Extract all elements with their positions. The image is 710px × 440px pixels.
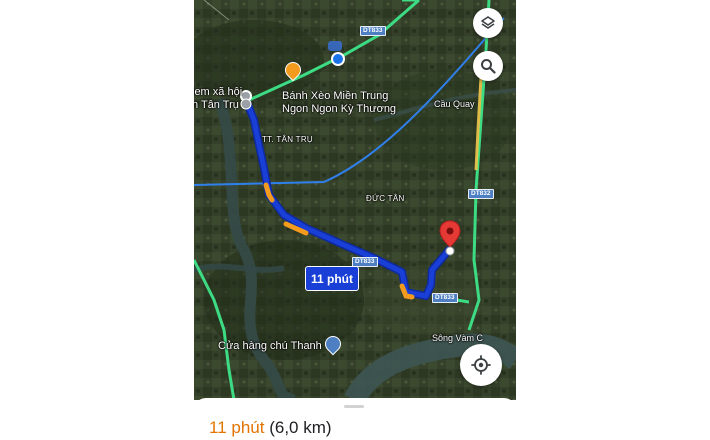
- store-label[interactable]: Cửa hàng chú Thanh: [218, 340, 322, 352]
- red-map-pin-icon[interactable]: [439, 220, 461, 256]
- bridge-label: Cầu Quay: [434, 99, 475, 109]
- my-location-icon: [471, 355, 491, 375]
- route-summary: 11 phút (6,0 km): [209, 418, 332, 438]
- restaurant-label-2[interactable]: Ngon Ngon Kỳ Thương: [282, 103, 396, 115]
- current-location-marker: [331, 52, 345, 66]
- poi-label-left-2: n Tân Trụ: [194, 99, 239, 111]
- map-view[interactable]: iem xã hội n Tân Trụ Bánh Xèo Miền Trung…: [194, 0, 516, 400]
- commune-label: ĐỨC TÂN: [366, 194, 405, 203]
- origin-icon: [328, 41, 342, 51]
- route-summary-sheet[interactable]: 11 phút (6,0 km): [194, 398, 516, 440]
- river-label: Sông Vàm C: [432, 333, 484, 343]
- drag-handle[interactable]: [344, 405, 364, 408]
- recenter-button[interactable]: [460, 344, 502, 386]
- travel-time: 11 phút: [209, 418, 265, 437]
- layers-icon: [481, 16, 495, 29]
- search-icon: [481, 59, 496, 74]
- travel-distance: (6,0 km): [269, 418, 332, 437]
- layers-button[interactable]: [473, 8, 503, 38]
- route-eta-bubble[interactable]: 11 phút: [305, 266, 359, 291]
- town-label: TT. TÂN TRỤ: [262, 135, 314, 144]
- poi-label-left-1: iem xã hội: [194, 86, 243, 98]
- search-button[interactable]: [473, 51, 503, 81]
- restaurant-label-1[interactable]: Bánh Xèo Miền Trung: [282, 90, 388, 102]
- road-shield: DT833: [360, 26, 386, 36]
- road-shield: DT832: [468, 189, 494, 199]
- road-shield: DT833: [432, 293, 458, 303]
